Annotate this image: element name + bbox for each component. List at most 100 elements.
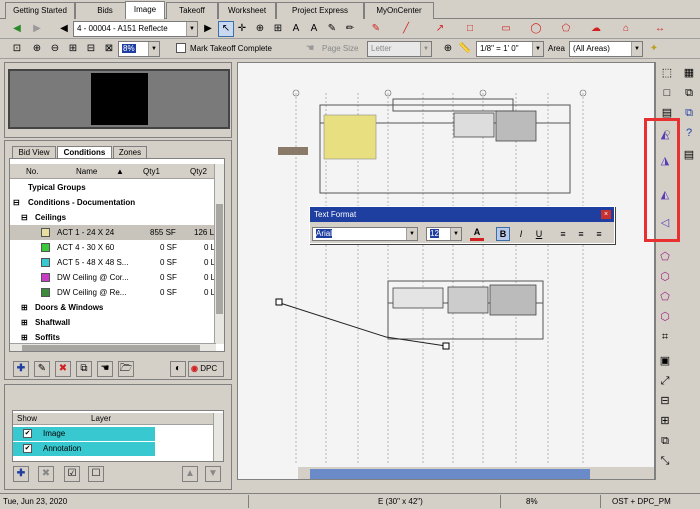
- square-icon[interactable]: □: [658, 84, 676, 102]
- layer-up-button[interactable]: ▲: [182, 466, 198, 482]
- magenta-tool-2-icon[interactable]: ⬡: [656, 268, 674, 286]
- grid-vertical-scrollbar[interactable]: [214, 164, 224, 344]
- measure-red-icon[interactable]: ↔: [652, 21, 668, 37]
- zoom-page-icon[interactable]: ⊞: [65, 41, 81, 57]
- condition-row[interactable]: DW Ceiling @ Re... 0 SF 0 L: [10, 285, 216, 300]
- polygon-red-icon[interactable]: ⬠: [558, 21, 574, 37]
- magenta-tool-1-icon[interactable]: ⬠: [656, 248, 674, 266]
- flip-horizontal-icon[interactable]: ◭: [656, 126, 674, 144]
- group-typical[interactable]: Typical Groups: [10, 180, 216, 195]
- callout-red-icon[interactable]: ⌂: [618, 21, 634, 37]
- zoom-width-icon[interactable]: ⊟: [83, 41, 99, 57]
- align-right-icon[interactable]: ≡: [592, 227, 606, 241]
- tab-takeoff[interactable]: Takeoff: [166, 2, 218, 19]
- folder-condition-button[interactable]: 🗁: [118, 361, 134, 377]
- condition-row[interactable]: ACT 1 - 24 X 24 855 SF 126 L: [10, 225, 216, 240]
- tab-zones[interactable]: Zones: [113, 146, 147, 158]
- scrollbar-thumb[interactable]: [22, 345, 200, 351]
- hand-icon[interactable]: ☚: [302, 41, 318, 57]
- zoom-in-icon[interactable]: ⊕: [252, 21, 268, 37]
- expand-icon[interactable]: ⊞: [21, 315, 28, 330]
- drawing-canvas[interactable]: [237, 62, 655, 480]
- layer-visible-checkbox[interactable]: ✔: [23, 429, 32, 438]
- group-ceilings[interactable]: ⊟ Ceilings: [10, 210, 216, 225]
- magenta-tool-3-icon[interactable]: ⬠: [656, 288, 674, 306]
- zoom-window-icon[interactable]: ⊞: [270, 21, 286, 37]
- condition-row[interactable]: ACT 5 - 48 X 48 S... 0 SF 0 L: [10, 255, 216, 270]
- split-icon[interactable]: ⊟: [656, 392, 674, 410]
- mirror-icon[interactable]: ◭: [656, 186, 674, 204]
- dpc-button[interactable]: ◉ DPC: [188, 361, 224, 377]
- col-no[interactable]: No.: [26, 164, 38, 179]
- highlighter-icon[interactable]: ✏: [342, 21, 358, 37]
- magenta-tool-4-icon[interactable]: ⬡: [656, 308, 674, 326]
- scrollbar-thumb[interactable]: [216, 204, 223, 314]
- layers-scrollbar[interactable]: [213, 413, 223, 461]
- group-doors[interactable]: ⊞ Doors & Windows: [10, 300, 216, 315]
- add-layer-button[interactable]: ✚: [13, 466, 29, 482]
- grid-horizontal-scrollbar[interactable]: [10, 343, 216, 351]
- layer-visible-checkbox[interactable]: ✔: [23, 444, 32, 453]
- tab-project-express[interactable]: Project Express: [276, 2, 364, 19]
- condition-row[interactable]: ACT 4 - 30 X 60 0 SF 0 L: [10, 240, 216, 255]
- col-qty1[interactable]: Qty1: [143, 164, 160, 179]
- group-shaftwall[interactable]: ⊞ Shaftwall: [10, 315, 216, 330]
- rectangle-red-icon[interactable]: □: [462, 21, 478, 37]
- page-select[interactable]: 4 - 00004 - A151 Reflecte ▼: [73, 21, 198, 37]
- expand-arrows-icon[interactable]: ⤢: [656, 372, 674, 390]
- forward-icon[interactable]: ▶: [29, 21, 45, 37]
- underline-button[interactable]: U: [532, 227, 546, 241]
- scale-ruler-icon[interactable]: 📏: [457, 41, 473, 57]
- collapse-icon[interactable]: ⊟: [13, 195, 20, 210]
- zoom-out-icon[interactable]: ⊖: [47, 41, 63, 57]
- pen-red-icon[interactable]: ✎: [368, 21, 384, 37]
- condition-row[interactable]: DW Ceiling @ Cor... 0 SF 0 L: [10, 270, 216, 285]
- tab-image[interactable]: Image: [125, 1, 165, 19]
- arrow-red-icon[interactable]: ↗: [432, 21, 448, 37]
- zoom-select[interactable]: 8% ▼: [118, 41, 160, 57]
- delete-condition-button[interactable]: ✖: [55, 361, 71, 377]
- bold-button[interactable]: B: [496, 227, 510, 241]
- copy-icon[interactable]: ⧉: [680, 104, 698, 122]
- stamp-icon[interactable]: ✎: [324, 21, 340, 37]
- tab-getting-started[interactable]: Getting Started: [5, 2, 75, 19]
- close-icon[interactable]: ×: [601, 210, 611, 219]
- back-icon[interactable]: ◀: [9, 21, 25, 37]
- select-pointer-icon[interactable]: ↖: [218, 21, 234, 37]
- delete-layer-button[interactable]: ✖: [38, 466, 54, 482]
- grid-view-icon[interactable]: ▦: [680, 64, 698, 82]
- text-tool-icon[interactable]: A: [288, 21, 304, 37]
- act-area-hatch[interactable]: [323, 114, 377, 160]
- expand-icon[interactable]: ⊞: [21, 300, 28, 315]
- zoom-fit-icon[interactable]: ⊡: [9, 41, 25, 57]
- wand-icon[interactable]: ✦: [646, 41, 662, 57]
- align-left-icon[interactable]: ≡: [556, 227, 570, 241]
- tab-myoncenter[interactable]: MyOnCenter: [364, 2, 434, 19]
- page-size-select[interactable]: Letter ▼: [367, 41, 432, 57]
- font-size-select[interactable]: 12 ▼: [426, 227, 462, 241]
- text-color-icon[interactable]: A: [470, 227, 484, 241]
- zoom-height-icon[interactable]: ⊠: [101, 41, 117, 57]
- copy-condition-button[interactable]: ⧉: [76, 361, 92, 377]
- layer-down-button[interactable]: ▼: [205, 466, 221, 482]
- edit-condition-button[interactable]: ✎: [34, 361, 50, 377]
- uncheck-all-layers-button[interactable]: ☐: [88, 466, 104, 482]
- next-page-icon[interactable]: ▶: [200, 21, 216, 37]
- italic-button[interactable]: I: [514, 227, 528, 241]
- layer-row[interactable]: ✔ Image: [13, 427, 155, 441]
- stack-icon[interactable]: ⧉: [656, 432, 674, 450]
- dpc-toggle-icon[interactable]: ◐: [170, 361, 186, 377]
- zoom-in-plus-icon[interactable]: ⊕: [29, 41, 45, 57]
- tab-bid-view[interactable]: Bid View: [12, 146, 56, 158]
- collapse-icon[interactable]: ⊟: [21, 210, 28, 225]
- pan-icon[interactable]: ✛: [234, 21, 250, 37]
- col-name[interactable]: Name: [76, 164, 97, 179]
- check-all-layers-button[interactable]: ☑: [64, 466, 80, 482]
- scale-select[interactable]: 1/8" = 1' 0" ▼: [476, 41, 544, 57]
- align-center-icon[interactable]: ≡: [574, 227, 588, 241]
- previous-page-icon[interactable]: ◀: [56, 21, 72, 37]
- layer-row[interactable]: ✔ Annotation: [13, 442, 155, 456]
- crosshair-icon[interactable]: ⊕: [440, 41, 456, 57]
- cloud-red-icon[interactable]: ☁: [588, 21, 604, 37]
- tab-conditions[interactable]: Conditions: [57, 146, 112, 158]
